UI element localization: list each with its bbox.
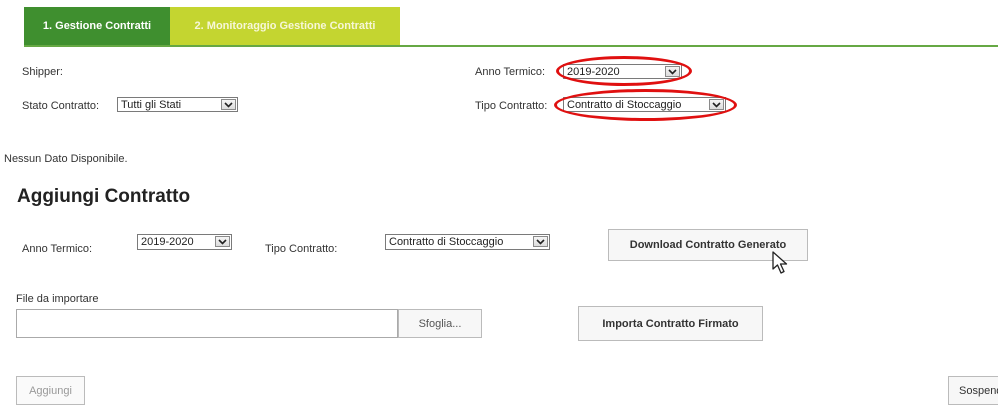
anno-termico-select[interactable]: 2019-2020 [563,64,682,79]
chevron-down-icon[interactable] [533,236,548,247]
section-title: Aggiungi Contratto [17,186,191,207]
no-data-message: Nessun Dato Disponibile. [4,153,128,165]
add-tipo-contratto-select[interactable]: Contratto di Stoccaggio [385,234,550,250]
tipo-contratto-value: Contratto di Stoccaggio [567,99,682,111]
tab-label: 2. Monitoraggio Gestione Contratti [194,20,376,32]
add-tipo-contratto-value: Contratto di Stoccaggio [389,236,504,248]
tipo-contratto-label: Tipo Contratto: [475,100,548,112]
tipo-contratto-select[interactable]: Contratto di Stoccaggio [563,97,726,112]
suspend-button[interactable]: Sospend [948,376,998,405]
chevron-down-icon[interactable] [215,236,230,247]
import-contratto-button[interactable]: Importa Contratto Firmato [578,306,763,341]
stato-contratto-value: Tutti gli Stati [121,99,182,111]
add-anno-termico-value: 2019-2020 [141,236,194,248]
anno-termico-label: Anno Termico: [475,66,546,78]
browse-button[interactable]: Sfoglia... [398,309,482,338]
shipper-label: Shipper: [22,66,63,78]
file-label: File da importare [16,293,99,305]
chevron-down-icon[interactable] [221,99,236,110]
tab-label: 1. Gestione Contratti [42,20,152,32]
add-anno-termico-label: Anno Termico: [22,243,93,255]
add-button[interactable]: Aggiungi [16,376,85,405]
add-anno-termico-select[interactable]: 2019-2020 [137,234,232,250]
chevron-down-icon[interactable] [665,66,680,77]
tab-monitoraggio-gestione-contratti[interactable]: 2. Monitoraggio Gestione Contratti [170,7,400,45]
stato-contratto-label: Stato Contratto: [22,100,100,112]
file-path-input[interactable] [16,309,398,338]
tab-gestione-contratti[interactable]: 1. Gestione Contratti [24,7,170,45]
add-tipo-contratto-label: Tipo Contratto: [265,243,338,255]
stato-contratto-select[interactable]: Tutti gli Stati [117,97,238,112]
tab-underline [24,45,998,47]
mouse-cursor-icon [772,251,788,274]
anno-termico-value: 2019-2020 [567,66,620,78]
chevron-down-icon[interactable] [709,99,724,110]
